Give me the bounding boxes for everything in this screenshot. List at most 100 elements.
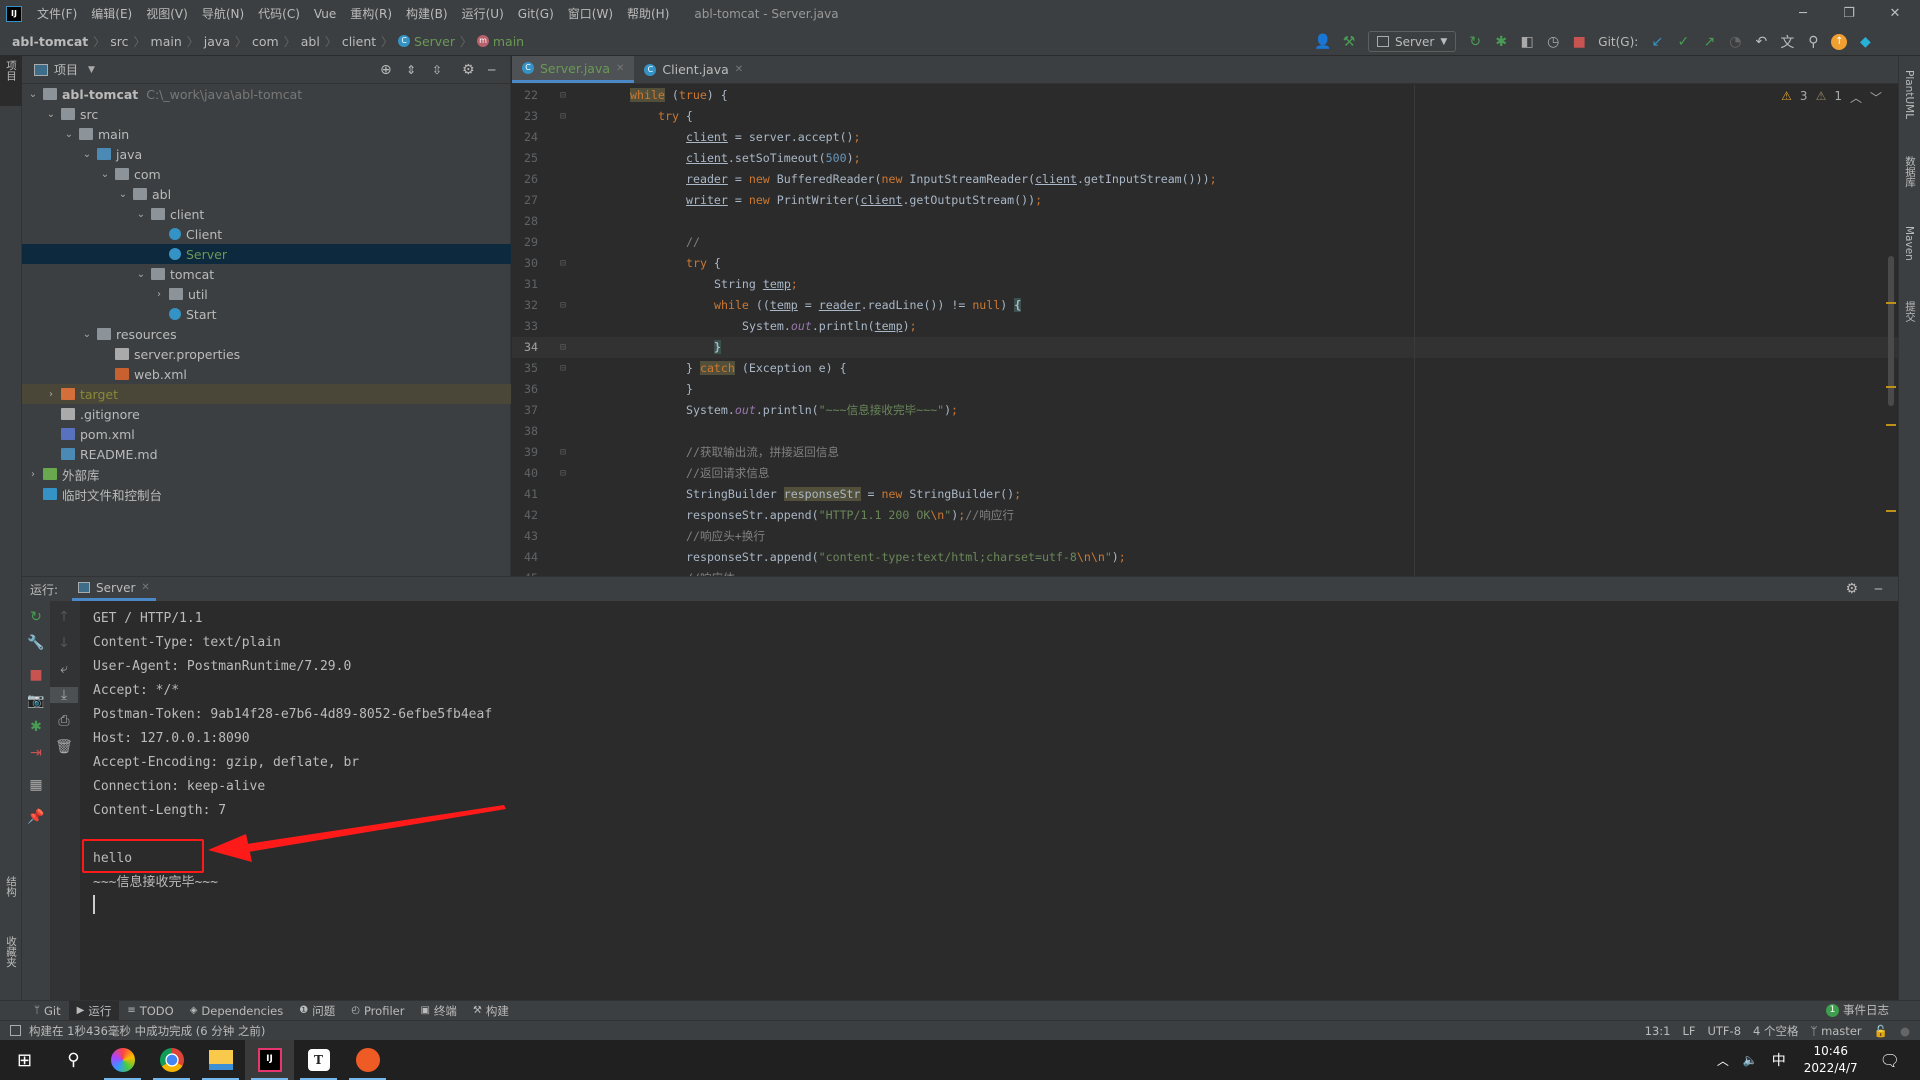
chevron-down-icon[interactable]: ⌄: [134, 209, 148, 220]
breadcrumb-abl[interactable]: abl: [301, 34, 320, 49]
input-method-indicator[interactable]: 中: [1772, 1050, 1786, 1070]
update-icon[interactable]: ↑: [1828, 31, 1850, 53]
tab-server-java[interactable]: C Server.java ✕: [512, 56, 635, 83]
taskbar-file-explorer[interactable]: [196, 1040, 245, 1080]
tool-button-git[interactable]: ᛘ Git: [26, 1001, 69, 1021]
menu-window[interactable]: 窗口(W): [561, 5, 620, 22]
tree-item[interactable]: ⌄ tomcat: [22, 264, 511, 284]
notification-center-icon[interactable]: 🗨: [1880, 1051, 1900, 1070]
tool-button-profiler[interactable]: ◴ Profiler: [343, 1001, 412, 1021]
code-line[interactable]: 45 //响应体: [512, 568, 1898, 576]
event-log-button[interactable]: 1 事件日志: [1826, 1002, 1889, 1018]
code-line[interactable]: 35 ⊟} catch (Exception e) {: [512, 358, 1898, 379]
git-branch-widget[interactable]: ᛘ master: [1811, 1024, 1862, 1038]
code-line[interactable]: 26 reader = new BufferedReader(new InputS…: [512, 169, 1898, 190]
stop-icon[interactable]: ■: [1568, 31, 1590, 53]
taskbar-postman[interactable]: [343, 1040, 392, 1080]
breadcrumb-project[interactable]: abl-tomcat: [12, 34, 88, 49]
tree-item[interactable]: .gitignore: [22, 404, 511, 424]
menu-build[interactable]: 构建(B): [399, 5, 455, 22]
tree-item[interactable]: ⌄ java: [22, 144, 511, 164]
fold-marker-icon[interactable]: ⊟: [560, 337, 566, 358]
status-message[interactable]: 构建在 1秒436毫秒 中成功完成 (6 分钟 之前): [29, 1023, 265, 1039]
tree-item[interactable]: ⌄ client: [22, 204, 511, 224]
tree-item[interactable]: › 外部库: [22, 464, 511, 484]
caret-position[interactable]: 13:1: [1645, 1024, 1671, 1038]
search-button[interactable]: ⚲: [49, 1040, 98, 1080]
code-line[interactable]: 28: [512, 211, 1898, 232]
commit-tool-button[interactable]: 提交: [1903, 301, 1918, 322]
next-highlight-icon[interactable]: ﹀: [1870, 89, 1882, 106]
menu-refactor[interactable]: 重构(R): [343, 5, 399, 22]
code-line[interactable]: 30 ⊟ try {: [512, 253, 1898, 274]
notifications-icon[interactable]: ●: [1900, 1024, 1910, 1038]
menu-git[interactable]: Git(G): [511, 7, 561, 21]
tree-item[interactable]: › target: [22, 384, 511, 404]
tree-item[interactable]: pom.xml: [22, 424, 511, 444]
tool-button-list[interactable]: ≡ TODO: [119, 1001, 181, 1021]
code-line[interactable]: 38: [512, 421, 1898, 442]
menu-vue[interactable]: Vue: [307, 7, 343, 21]
start-button[interactable]: ⊞: [0, 1040, 49, 1080]
minimize-icon[interactable]: ─: [1780, 0, 1826, 27]
clock[interactable]: 10:46 2022/4/7: [1804, 1043, 1858, 1077]
chevron-down-icon[interactable]: ⌄: [98, 169, 112, 180]
plantuml-tool-button[interactable]: PlantUML: [1903, 70, 1915, 119]
search-icon[interactable]: ⚲: [1802, 31, 1824, 53]
chevron-down-icon[interactable]: ⌄: [116, 189, 130, 200]
tool-button-run[interactable]: ▶ 运行: [68, 1000, 120, 1021]
inspection-widget[interactable]: ⚠ 3 ⚠ 1 ︿ ﹀: [1781, 89, 1882, 106]
code-line[interactable]: 37 System.out.println("~~~信息接收完毕~~~");: [512, 400, 1898, 421]
structure-tool-button[interactable]: 结构: [4, 876, 19, 897]
debug-icon[interactable]: ✱: [1490, 31, 1512, 53]
code-line[interactable]: 40 ⊟ //返回请求信息: [512, 463, 1898, 484]
tree-item[interactable]: 临时文件和控制台: [22, 484, 511, 504]
code-line[interactable]: 27 writer = new PrintWriter(client.getOut…: [512, 190, 1898, 211]
database-tool-button[interactable]: 数据库: [1903, 156, 1918, 188]
chevron-right-icon[interactable]: ›: [44, 389, 58, 400]
plugin-icon[interactable]: ◆: [1854, 31, 1876, 53]
tab-client-java[interactable]: C Client.java ✕: [634, 56, 753, 83]
chevron-right-icon[interactable]: ›: [152, 289, 166, 300]
tool-button-terminal[interactable]: ▣ 终端: [412, 1001, 464, 1021]
menu-run[interactable]: 运行(U): [455, 5, 511, 22]
code-line[interactable]: 36}: [512, 379, 1898, 400]
tree-item[interactable]: Client: [22, 224, 511, 244]
git-update-icon[interactable]: ↙: [1646, 31, 1668, 53]
code-line[interactable]: 23 ⊟ try {: [512, 106, 1898, 127]
tree-item[interactable]: ⌄ com: [22, 164, 511, 184]
code-line[interactable]: 32 ⊟ while ((temp = reader.readLine()) != …: [512, 295, 1898, 316]
locate-icon[interactable]: ⊕: [380, 62, 392, 78]
close-tab-icon[interactable]: ✕: [735, 64, 743, 75]
chevron-down-icon[interactable]: ⌄: [134, 269, 148, 280]
chevron-right-icon[interactable]: ›: [26, 469, 40, 480]
fold-marker-icon[interactable]: ⊟: [560, 295, 566, 316]
indent-setting[interactable]: 4 个空格: [1753, 1023, 1798, 1039]
code-line[interactable]: 41 StringBuilder responseStr = new String…: [512, 484, 1898, 505]
taskbar-typora[interactable]: T: [294, 1040, 343, 1080]
breadcrumb-java[interactable]: java: [204, 34, 230, 49]
code-line[interactable]: 33 System.out.println(temp);: [512, 316, 1898, 337]
breadcrumb-server[interactable]: Server: [414, 34, 455, 49]
close-icon[interactable]: ✕: [1872, 0, 1918, 27]
maven-tool-button[interactable]: Maven: [1903, 226, 1915, 261]
favorites-tool-button[interactable]: 收藏夹: [4, 936, 19, 968]
coverage-icon[interactable]: ◧: [1516, 31, 1538, 53]
taskbar-intellij[interactable]: IJ: [245, 1040, 294, 1080]
editor-scrollbar[interactable]: [1888, 256, 1894, 406]
line-separator[interactable]: LF: [1682, 1024, 1695, 1038]
code-line[interactable]: 43 //响应头+换行: [512, 526, 1898, 547]
menu-view[interactable]: 视图(V): [139, 5, 195, 22]
code-line[interactable]: 29 //: [512, 232, 1898, 253]
code-area[interactable]: 22 ⊟ while (true) {23 ⊟ try {24 client = serv…: [512, 85, 1898, 576]
project-view-select[interactable]: 项目: [54, 61, 78, 78]
code-line[interactable]: 44 responseStr.append("content-type:text/…: [512, 547, 1898, 568]
menu-edit[interactable]: 编辑(E): [84, 5, 139, 22]
tree-item[interactable]: Server: [22, 244, 511, 264]
fold-marker-icon[interactable]: ⊟: [560, 463, 566, 484]
breadcrumb-src[interactable]: src: [110, 34, 128, 49]
tree-item[interactable]: Start: [22, 304, 511, 324]
tool-button-layers[interactable]: ◈ Dependencies: [182, 1001, 292, 1021]
tree-item[interactable]: ⌄ abl-tomcat C:\_work\java\abl-tomcat: [22, 84, 511, 104]
hide-icon[interactable]: ─: [1875, 582, 1882, 596]
